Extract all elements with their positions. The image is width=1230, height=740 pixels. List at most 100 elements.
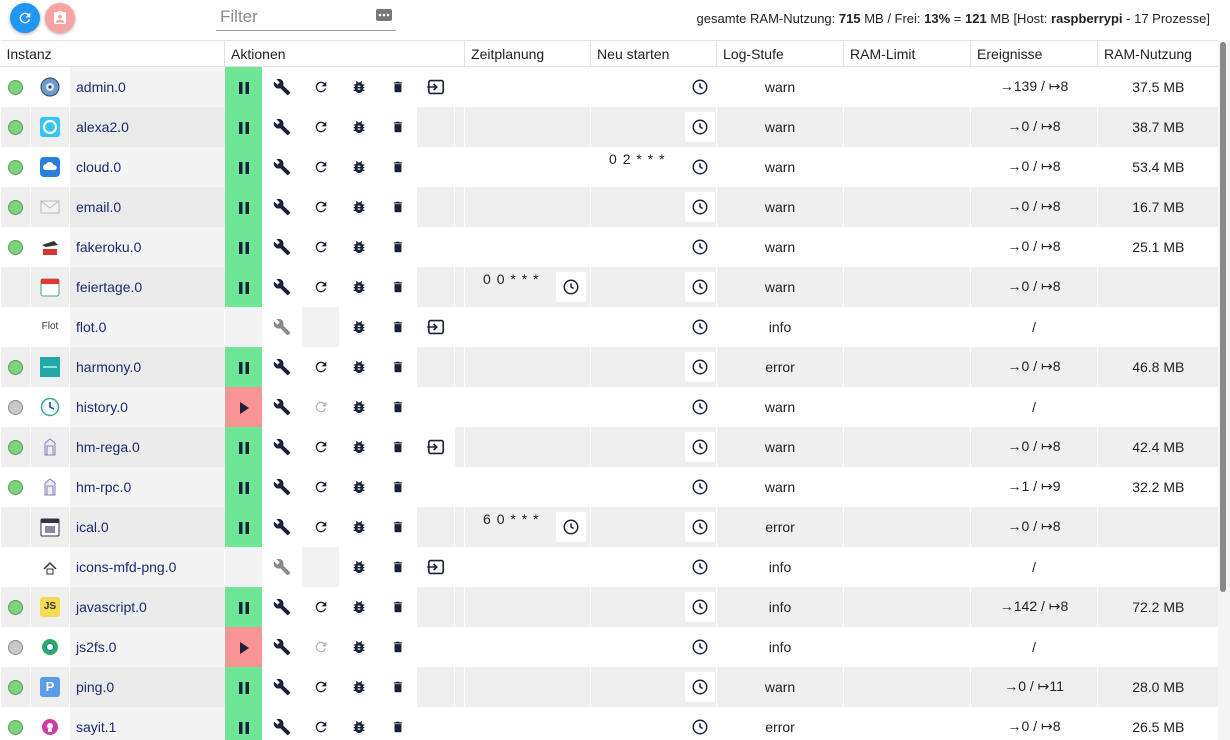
delete-button[interactable] [378,626,417,667]
delete-button[interactable] [378,66,417,107]
restart-clock-button[interactable] [685,551,716,582]
restart-button[interactable] [301,426,340,467]
settings-button[interactable] [262,266,302,307]
restart-clock-button[interactable] [685,111,716,142]
log-level[interactable]: warn [716,386,844,427]
debug-button[interactable] [339,626,379,667]
delete-button[interactable] [378,506,417,547]
restart-button[interactable] [301,266,340,307]
instance-name[interactable]: alexa2.0 [68,106,225,147]
instance-name[interactable]: cloud.0 [68,146,225,187]
restart-clock-button[interactable] [685,391,716,422]
debug-button[interactable] [339,106,379,147]
debug-button[interactable] [339,346,379,387]
restart-clock-button[interactable] [685,72,716,102]
debug-button[interactable] [339,146,379,187]
filter-options-icon[interactable] [376,8,392,25]
scrollbar[interactable] [1218,40,1230,740]
instance-name[interactable]: harmony.0 [68,346,225,387]
ram-limit[interactable] [843,266,971,307]
instance-name[interactable]: ical.0 [68,506,225,547]
instance-name[interactable]: js2fs.0 [68,626,225,667]
pause-button[interactable] [224,266,263,307]
pause-button[interactable] [224,666,263,707]
delete-button[interactable] [378,226,417,267]
restart-button[interactable] [301,346,340,387]
instance-name[interactable]: email.0 [68,186,225,227]
filter-field[interactable] [216,4,396,31]
settings-button[interactable] [262,306,302,347]
debug-button[interactable] [339,66,379,107]
ram-limit[interactable] [843,226,971,267]
log-level[interactable]: error [716,506,844,547]
settings-button[interactable] [262,186,302,227]
settings-button[interactable] [262,626,302,667]
log-level[interactable]: warn [716,666,844,707]
restart-clock-button[interactable] [685,431,716,462]
ram-limit[interactable] [843,386,971,427]
ram-limit[interactable] [843,66,971,107]
restart-button[interactable] [301,226,340,267]
delete-button[interactable] [378,106,417,147]
debug-button[interactable] [339,466,379,507]
settings-button[interactable] [262,106,302,147]
ram-limit[interactable] [843,346,971,387]
ram-limit[interactable] [843,426,971,467]
ram-limit[interactable] [843,186,971,227]
start-button[interactable] [224,626,263,667]
restart-clock-button[interactable] [685,671,716,702]
restart-button[interactable] [301,146,340,187]
instance-name[interactable]: feiertage.0 [68,266,225,307]
debug-button[interactable] [339,506,379,547]
instance-name[interactable]: admin.0 [68,66,225,107]
delete-button[interactable] [378,586,417,627]
col-instance[interactable]: Instanz [0,40,225,67]
instance-name[interactable]: history.0 [68,386,225,427]
log-level[interactable]: warn [716,186,844,227]
ram-limit[interactable] [843,106,971,147]
restart-button[interactable] [301,586,340,627]
ram-limit[interactable] [843,546,971,587]
pause-button[interactable] [224,586,263,627]
schedule-clock-button[interactable] [556,511,587,542]
settings-button[interactable] [262,226,302,267]
delete-button[interactable] [378,426,417,467]
delete-button[interactable] [378,386,417,427]
log-level[interactable]: warn [716,226,844,267]
delete-button[interactable] [378,466,417,507]
debug-button[interactable] [339,306,379,347]
restart-clock-button[interactable] [685,191,716,222]
restart-button[interactable] [301,666,340,707]
refresh-button[interactable] [10,3,40,33]
restart-button[interactable] [301,106,340,147]
settings-button[interactable] [262,506,302,547]
log-level[interactable]: info [716,626,844,667]
start-button[interactable] [224,386,263,427]
hosts-button[interactable] [45,3,75,33]
instance-name[interactable]: icons-mfd-png.0 [68,546,225,587]
debug-button[interactable] [339,386,379,427]
log-level[interactable]: warn [716,466,844,507]
ram-limit[interactable] [843,626,971,667]
delete-button[interactable] [378,546,417,587]
instance-name[interactable]: sayit.1 [68,706,225,740]
settings-button[interactable] [262,666,302,707]
log-level[interactable]: warn [716,266,844,307]
open-web-button[interactable] [416,66,455,107]
ram-limit[interactable] [843,466,971,507]
ram-limit[interactable] [843,506,971,547]
restart-button[interactable] [301,706,340,740]
restart-clock-button[interactable] [685,711,716,740]
debug-button[interactable] [339,266,379,307]
log-level[interactable]: warn [716,66,844,107]
log-level[interactable]: error [716,346,844,387]
pause-button[interactable] [224,346,263,387]
pause-button[interactable] [224,426,263,467]
pause-button[interactable] [224,706,263,740]
ram-limit[interactable] [843,586,971,627]
ram-limit[interactable] [843,146,971,187]
instance-name[interactable]: flot.0 [68,306,225,347]
log-level[interactable]: info [716,586,844,627]
settings-button[interactable] [262,386,302,427]
ram-limit[interactable] [843,666,971,707]
